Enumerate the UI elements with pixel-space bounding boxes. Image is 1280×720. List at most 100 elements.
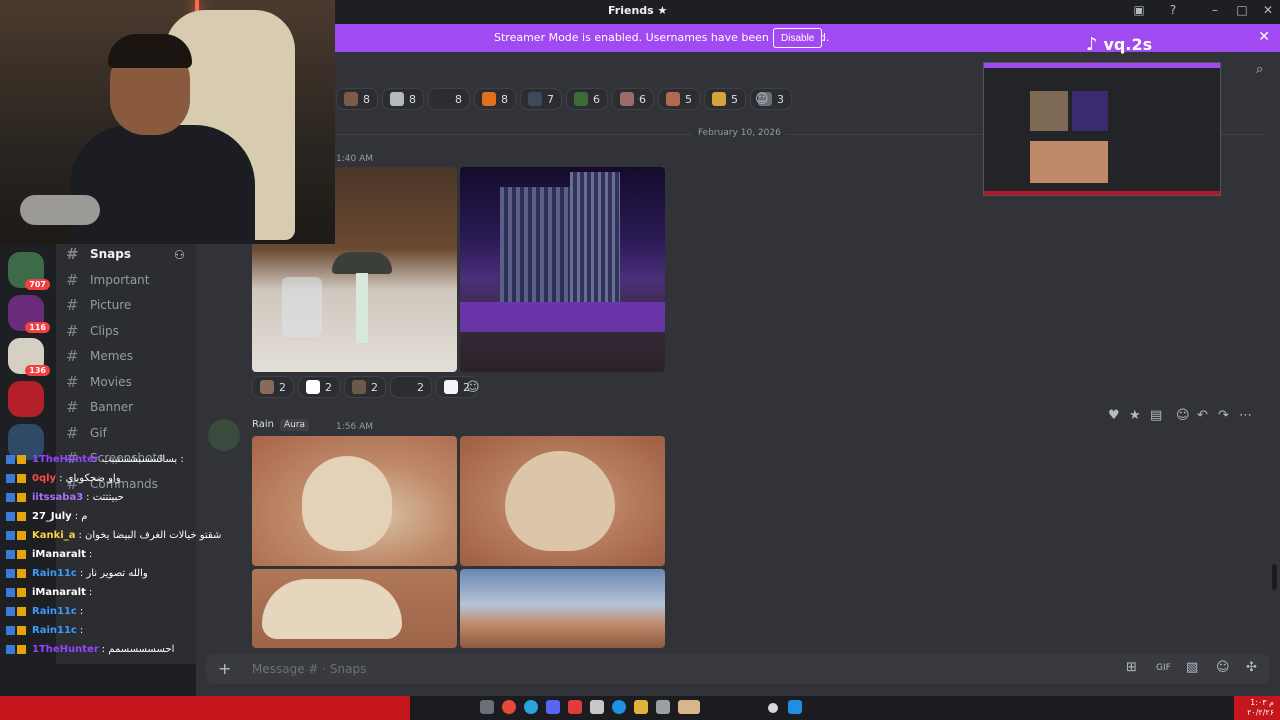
reaction-chip[interactable]: 2 xyxy=(344,376,386,398)
hash-icon: # xyxy=(66,347,79,365)
reaction-chip[interactable]: 8 xyxy=(428,88,470,110)
reaction-chip[interactable]: 5 xyxy=(658,88,700,110)
taskbar-clock[interactable]: 1:۰۳ م ۲۰/۲/۲۶ xyxy=(1234,698,1274,718)
server-icon[interactable]: 136 xyxy=(8,338,50,376)
photo-camel-1[interactable] xyxy=(252,436,457,566)
search-icon[interactable]: ⌕ xyxy=(1256,62,1263,77)
sticker-icon[interactable]: ▧ xyxy=(1186,660,1198,675)
channel-name: Gif xyxy=(90,425,107,440)
app-icon[interactable] xyxy=(656,700,670,714)
reaction-count: 7 xyxy=(547,92,554,106)
chrome-icon[interactable] xyxy=(502,700,516,714)
chat-message: Rain11c: xyxy=(6,625,83,636)
add-reaction-icon[interactable]: ☺ xyxy=(466,380,480,395)
chat-username[interactable]: Kanki_a xyxy=(32,530,75,541)
search-icon[interactable] xyxy=(768,703,778,713)
chat-username[interactable]: 27_July xyxy=(32,511,72,522)
reaction-chip[interactable]: 5 xyxy=(704,88,746,110)
channel-item[interactable]: # Gif xyxy=(66,422,107,444)
chat-text: : حبيتتتت xyxy=(86,492,124,503)
maximize-button[interactable]: □ xyxy=(1233,3,1251,17)
forward-icon[interactable]: ↷ xyxy=(1218,408,1229,423)
preview-photo xyxy=(1072,91,1108,131)
reaction-chip[interactable]: 2 xyxy=(390,376,432,398)
chat-username[interactable]: Rain11c xyxy=(32,606,77,617)
folder-icon[interactable] xyxy=(634,700,648,714)
close-banner-icon[interactable]: ✕ xyxy=(1258,29,1270,45)
photo-desert-landscape[interactable] xyxy=(460,569,665,648)
help-icon[interactable]: ? xyxy=(1164,3,1182,17)
message-author[interactable]: Rain xyxy=(252,419,274,430)
star-reaction-icon[interactable]: ★ xyxy=(1129,408,1141,423)
custom-reaction-icon[interactable]: ▤ xyxy=(1150,408,1162,423)
inbox-icon[interactable]: ▣ xyxy=(1130,3,1148,17)
reaction-count: 8 xyxy=(363,92,370,106)
start-icon[interactable] xyxy=(788,700,802,714)
disable-streamer-mode-button[interactable]: Disable xyxy=(773,28,823,48)
server-icon[interactable] xyxy=(8,381,44,417)
photo-night-building[interactable] xyxy=(460,167,665,372)
chat-username[interactable]: iitssaba3 xyxy=(32,492,83,503)
reaction-chip[interactable]: 8 xyxy=(382,88,424,110)
message-composer[interactable]: + Message # · Snaps ⊞ GIF ▧ ☺ ✣ xyxy=(206,654,1270,684)
add-reaction-icon[interactable]: ☺ xyxy=(755,92,769,107)
chat-badges-icon xyxy=(6,454,32,465)
chat-text: بسالسسبشسنببب : xyxy=(101,454,184,465)
photo-camel-3[interactable] xyxy=(252,569,457,648)
chat-username[interactable]: 1TheHunter xyxy=(32,454,99,465)
chat-username[interactable]: 0qly xyxy=(32,473,56,484)
channel-item[interactable]: # Movies xyxy=(66,371,132,393)
reaction-chip[interactable]: 8 xyxy=(474,88,516,110)
server-icon[interactable]: 116 xyxy=(8,295,50,333)
channel-item[interactable]: # Snaps xyxy=(66,243,131,265)
emoji-icon[interactable]: ☺ xyxy=(1216,660,1230,675)
channel-item[interactable]: # Picture xyxy=(66,294,131,316)
channel-name: Picture xyxy=(90,298,132,312)
reaction-chip[interactable]: 8 xyxy=(336,88,378,110)
message-timestamp: 1:40 AM xyxy=(336,154,373,164)
chat-badges-icon xyxy=(6,511,32,522)
channel-item[interactable]: # Banner xyxy=(66,396,133,418)
close-window-button[interactable]: ✕ xyxy=(1259,3,1277,17)
reaction-chip[interactable]: 6 xyxy=(612,88,654,110)
heart-reaction-icon[interactable]: ♥ xyxy=(1108,408,1120,423)
scrollbar-thumb[interactable] xyxy=(1272,564,1277,590)
reply-icon[interactable]: ↶ xyxy=(1197,408,1208,423)
channel-item[interactable]: # Clips xyxy=(66,320,119,342)
gift-icon[interactable]: ⊞ xyxy=(1126,660,1137,675)
telegram-icon[interactable] xyxy=(524,700,538,714)
add-attachment-icon[interactable]: + xyxy=(218,659,231,678)
channel-item[interactable]: # Memes xyxy=(66,345,133,367)
add-member-icon[interactable]: ⚇ xyxy=(174,248,185,262)
chat-badges-icon xyxy=(6,587,32,598)
apps-icon[interactable]: ✣ xyxy=(1246,660,1257,675)
server-icon[interactable]: 707 xyxy=(8,252,50,290)
hash-icon: # xyxy=(66,296,79,314)
reaction-chip[interactable]: 6 xyxy=(566,88,608,110)
reaction-chip[interactable]: 7 xyxy=(520,88,562,110)
chat-text: : واو ضحكوباي xyxy=(59,473,121,484)
chat-username[interactable]: 1TheHunter xyxy=(32,644,99,655)
settings-icon[interactable] xyxy=(480,700,494,714)
gif-icon[interactable]: GIF xyxy=(1156,663,1171,673)
chat-username[interactable]: Rain11c xyxy=(32,625,77,636)
avatar[interactable] xyxy=(208,419,240,451)
photo-camel-2[interactable] xyxy=(460,436,665,566)
channel-item[interactable]: # Important xyxy=(66,269,150,291)
edge-icon[interactable] xyxy=(612,700,626,714)
add-reaction-icon[interactable]: ☺ xyxy=(1176,408,1190,423)
message-input[interactable]: Message # · Snaps xyxy=(252,662,366,676)
app-icon[interactable] xyxy=(590,700,604,714)
chat-username[interactable]: Rain11c xyxy=(32,568,77,579)
reaction-emoji-icon xyxy=(306,380,320,394)
shield-icon[interactable] xyxy=(568,700,582,714)
minimize-button[interactable]: – xyxy=(1206,3,1224,17)
reaction-chip[interactable]: 2 xyxy=(252,376,294,398)
reaction-chip[interactable]: 2 xyxy=(298,376,340,398)
discord-icon[interactable] xyxy=(546,700,560,714)
news-icon[interactable] xyxy=(678,700,700,714)
chat-username[interactable]: iManaralt xyxy=(32,587,86,598)
reaction-emoji-icon xyxy=(260,380,274,394)
more-options-icon[interactable]: ⋯ xyxy=(1239,408,1252,423)
chat-username[interactable]: iManaralt xyxy=(32,549,86,560)
